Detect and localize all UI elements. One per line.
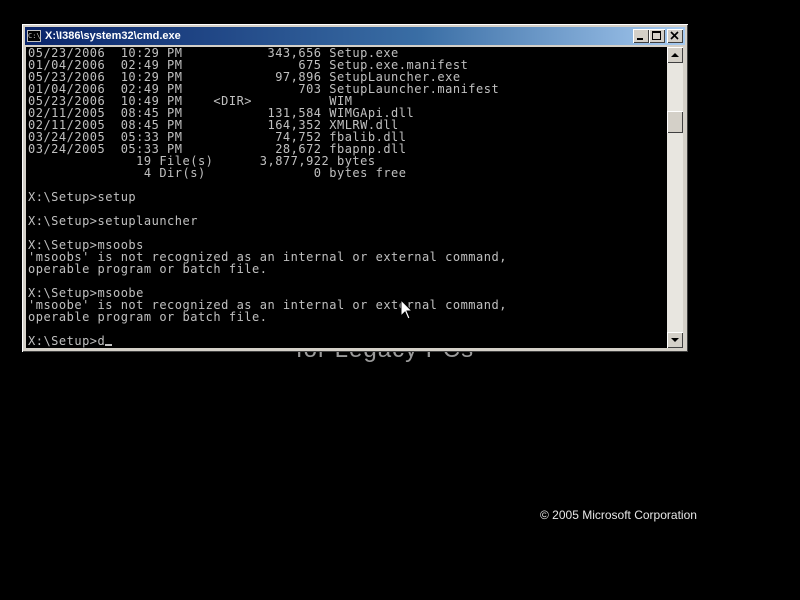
console-output[interactable]: 05/23/2006 10:29 PM 343,656 Setup.exe 01… (26, 47, 667, 348)
console-text: 05/23/2006 10:29 PM 343,656 Setup.exe 01… (28, 47, 507, 347)
close-icon (670, 31, 679, 40)
console-line: operable program or batch file. (28, 310, 268, 324)
console-line: 4 Dir(s) 0 bytes free (28, 166, 407, 180)
console-line: operable program or batch file. (28, 262, 268, 276)
window-title: X:\I386\system32\cmd.exe (45, 30, 181, 42)
cmd-icon[interactable]: C:\ (27, 30, 41, 42)
arrow-up-icon (671, 53, 679, 57)
vertical-scrollbar[interactable] (667, 47, 683, 348)
close-button[interactable] (667, 29, 683, 43)
console-prompt[interactable]: X:\Setup>d (28, 334, 105, 348)
scroll-down-button[interactable] (667, 332, 683, 348)
scrollbar-thumb[interactable] (667, 111, 683, 133)
arrow-down-icon (671, 338, 679, 342)
mouse-pointer-icon (400, 299, 414, 320)
minimize-icon (637, 38, 643, 40)
desktop: for Legacy PCs © 2005 Microsoft Corporat… (0, 0, 800, 600)
text-cursor (105, 344, 113, 346)
maximize-icon (652, 31, 661, 40)
scroll-up-button[interactable] (667, 47, 683, 63)
maximize-button[interactable] (649, 29, 665, 43)
copyright-notice: © 2005 Microsoft Corporation (540, 508, 697, 522)
console-line: X:\Setup>setuplauncher (28, 214, 198, 228)
window-controls (633, 29, 683, 43)
console-line: X:\Setup>setup (28, 190, 137, 204)
minimize-button[interactable] (633, 29, 649, 43)
cmd-window[interactable]: C:\ X:\I386\system32\cmd.exe 05/23/2006 … (22, 24, 688, 352)
title-bar[interactable]: C:\ X:\I386\system32\cmd.exe (25, 27, 685, 45)
